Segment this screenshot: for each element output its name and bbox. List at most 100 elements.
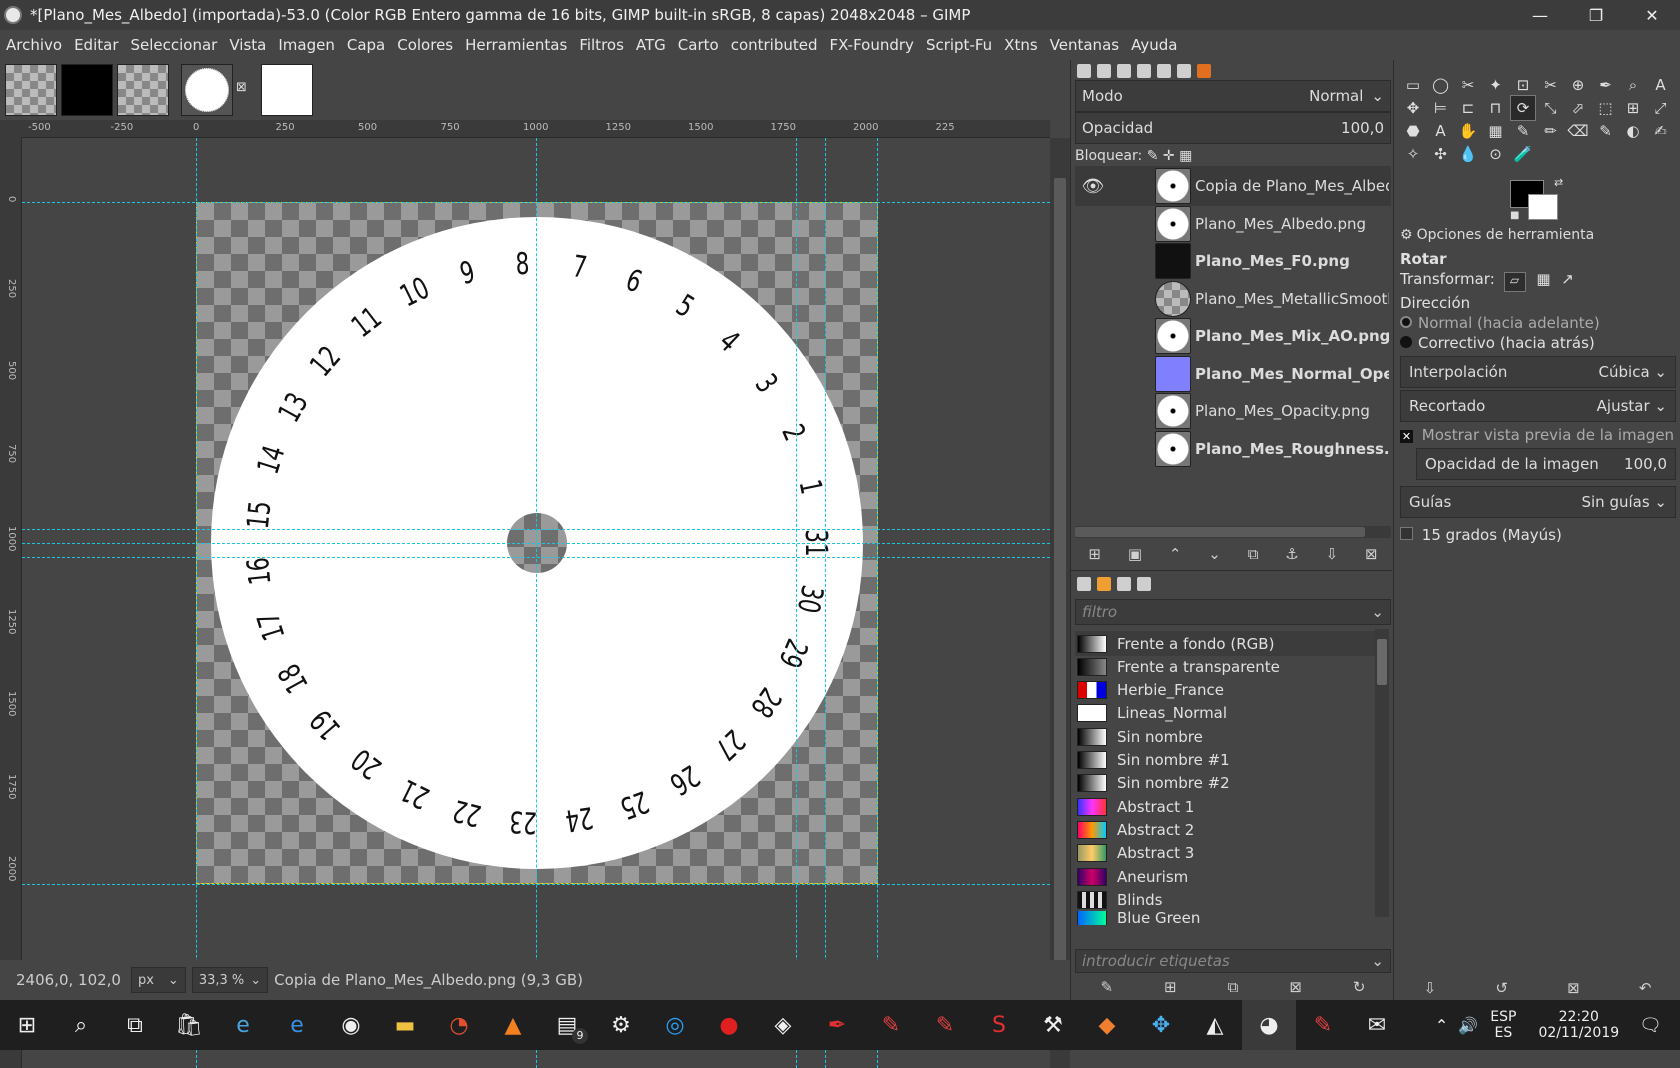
gradient-item[interactable]: Aneurism xyxy=(1075,864,1375,889)
opacity-row[interactable]: Opacidad 100,0 xyxy=(1075,112,1391,144)
raise-layer-icon[interactable]: ⌃ xyxy=(1169,545,1182,563)
tool-button-icon[interactable]: ⌫ xyxy=(1565,118,1591,144)
default-colors-icon[interactable]: ■ xyxy=(1510,210,1519,221)
guide-vertical[interactable] xyxy=(536,138,537,1068)
close-tab-icon[interactable]: ⊠ xyxy=(236,80,247,95)
layer-row[interactable]: 👁 Copia de Plano_Mes_Albedo.png xyxy=(1075,166,1391,206)
background-color[interactable] xyxy=(1528,194,1558,220)
fonts-tab-icon[interactable] xyxy=(1137,577,1151,591)
zoom-select[interactable]: 33,3 % ⌄ xyxy=(191,967,269,993)
edge-icon[interactable]: e xyxy=(270,1000,324,1050)
gradient-list-scrollbar[interactable] xyxy=(1375,629,1389,917)
gradient-item[interactable]: Abstract 1 xyxy=(1075,794,1375,819)
new-gradient-icon[interactable]: ⊞ xyxy=(1164,978,1177,996)
clock[interactable]: 22:20 02/11/2019 xyxy=(1538,1009,1619,1041)
search-icon[interactable]: ⌕ xyxy=(54,1000,108,1050)
palettes-tab-icon[interactable] xyxy=(1117,577,1131,591)
layer-row[interactable]: Plano_Mes_F0.png xyxy=(1075,241,1391,281)
volume-icon[interactable]: 🔊 xyxy=(1458,1016,1478,1035)
duplicate-layer-icon[interactable]: ⧉ xyxy=(1248,545,1259,563)
menu-vista[interactable]: Vista xyxy=(229,36,266,54)
save-options-icon[interactable]: ⇩ xyxy=(1424,979,1437,997)
layers-tab-icon[interactable] xyxy=(1077,64,1091,78)
gimp-task-icon-1[interactable]: ✎ xyxy=(864,1000,918,1050)
layer-row[interactable]: Plano_Mes_Mix_AO.png xyxy=(1075,316,1391,356)
lock-alpha-icon[interactable]: ▦ xyxy=(1179,148,1192,164)
clipping-select[interactable]: Recortado Ajustar ⌄ xyxy=(1400,390,1676,422)
wolf-app-icon[interactable]: ◭ xyxy=(1188,1000,1242,1050)
interpolation-select[interactable]: Interpolación Cúbica ⌄ xyxy=(1400,356,1676,388)
vertical-ruler[interactable]: 0 250 500 750 1000 1250 1500 1750 2000 xyxy=(0,138,22,1068)
gradient-item[interactable]: Frente a transparente xyxy=(1075,654,1375,679)
menu-ventanas[interactable]: Ventanas xyxy=(1050,36,1119,54)
refresh-gradients-icon[interactable]: ↻ xyxy=(1353,978,1366,996)
menu-xtns[interactable]: Xtns xyxy=(1004,36,1037,54)
windows-start-icon[interactable]: ⊞ xyxy=(0,1000,54,1050)
guide-vertical[interactable] xyxy=(877,138,878,1068)
vlc-icon[interactable]: ▲ xyxy=(486,1000,540,1050)
guide-vertical[interactable] xyxy=(196,138,197,1068)
menu-capa[interactable]: Capa xyxy=(347,36,385,54)
app-icon-badge[interactable]: ▤ 9 xyxy=(540,1000,594,1050)
menu-script-fu[interactable]: Script-Fu xyxy=(926,36,992,54)
notifications-icon[interactable]: 🗨 xyxy=(1639,1015,1662,1036)
mode-row[interactable]: Modo Normal ⌄ xyxy=(1075,80,1391,112)
lock-pixels-icon[interactable]: ✎ xyxy=(1147,148,1159,164)
minimize-button[interactable]: — xyxy=(1512,0,1568,30)
layer-row[interactable]: Plano_Mes_Opacity.png xyxy=(1075,391,1391,431)
image-tab-dial[interactable] xyxy=(181,64,233,116)
merge-layer-icon[interactable]: ⇩ xyxy=(1326,545,1339,563)
menu-filtros[interactable]: Filtros xyxy=(579,36,624,54)
menu-fx-foundry[interactable]: FX-Foundry xyxy=(830,36,914,54)
gradients-tab-icon[interactable] xyxy=(1097,577,1111,591)
lock-position-icon[interactable]: ✛ xyxy=(1163,148,1175,164)
guide-horizontal[interactable] xyxy=(22,202,1050,203)
tool-button-icon[interactable]: 🧪 xyxy=(1510,141,1536,167)
layer-row[interactable]: Plano_Mes_Normal_OpenGL. xyxy=(1075,354,1391,394)
menu-herramientas[interactable]: Herramientas xyxy=(465,36,567,54)
pen-app-icon[interactable]: ✒ xyxy=(810,1000,864,1050)
new-layer-icon[interactable]: ⊞ xyxy=(1088,545,1101,563)
ruler-corner[interactable] xyxy=(0,120,22,138)
image-canvas[interactable]: 1 2 3 4 5 6 7 8 9 10 11 12 13 14 15 16 17 18 19 20 21 22 23 24 2… xyxy=(22,138,1050,1068)
menu-editar[interactable]: Editar xyxy=(74,36,118,54)
maximize-button[interactable]: ❐ xyxy=(1568,0,1624,30)
gradient-item[interactable]: Lineas_Normal xyxy=(1075,701,1375,726)
restore-options-icon[interactable]: ↺ xyxy=(1495,979,1508,997)
ccleaner-icon[interactable]: ◔ xyxy=(432,1000,486,1050)
uplay-icon[interactable]: ◎ xyxy=(648,1000,702,1050)
tool-app-icon[interactable]: ⚒ xyxy=(1026,1000,1080,1050)
guide-horizontal[interactable] xyxy=(22,529,1050,530)
image-opacity-field[interactable]: Opacidad de la imagen 100,0 xyxy=(1416,448,1676,480)
fox-app-icon[interactable]: ◆ xyxy=(1080,1000,1134,1050)
guide-horizontal[interactable] xyxy=(22,884,1050,885)
gimp-active-icon[interactable]: ◕ xyxy=(1242,1000,1296,1050)
delete-gradient-icon[interactable]: ⊠ xyxy=(1289,978,1302,996)
menu-seleccionar[interactable]: Seleccionar xyxy=(131,36,218,54)
tool-button-icon[interactable]: ✎ xyxy=(1593,118,1619,144)
tool-button-icon[interactable]: ⊙ xyxy=(1483,141,1509,167)
transform-layer-icon[interactable]: ▱ xyxy=(1503,272,1526,292)
image-tab-white[interactable] xyxy=(261,64,313,116)
direction-normal-radio[interactable]: Normal (hacia adelante) xyxy=(1400,314,1600,332)
gradient-item[interactable]: Sin nombre xyxy=(1075,724,1375,749)
puzzle-app-icon[interactable]: ✥ xyxy=(1134,1000,1188,1050)
brushes-tab-icon[interactable] xyxy=(1197,64,1211,78)
gradient-item[interactable]: Blue Green xyxy=(1075,910,1375,925)
gradient-item[interactable]: Herbie_France xyxy=(1075,678,1375,703)
gradient-item[interactable]: Sin nombre #2 xyxy=(1075,771,1375,796)
delete-options-icon[interactable]: ⊠ xyxy=(1567,979,1580,997)
mode-value[interactable]: Normal xyxy=(1309,87,1363,105)
guide-vertical[interactable] xyxy=(825,138,826,1068)
edit-gradient-icon[interactable]: ✎ xyxy=(1100,978,1113,996)
gradient-item[interactable]: Blinds xyxy=(1075,887,1375,912)
gimp-task-icon-2[interactable]: ✎ xyxy=(918,1000,972,1050)
gradient-filter-input[interactable]: filtro ⌄ xyxy=(1075,599,1391,625)
gimp-task-icon-3[interactable]: ✎ xyxy=(1296,1000,1350,1050)
steam-icon[interactable]: ⚙ xyxy=(594,1000,648,1050)
gpu-tweak-icon[interactable]: ◈ xyxy=(756,1000,810,1050)
layer-row[interactable]: Plano_Mes_Albedo.png xyxy=(1075,204,1391,244)
tool-button-icon[interactable]: 💧 xyxy=(1455,141,1481,167)
substance-icon[interactable]: S xyxy=(972,1000,1026,1050)
store-icon[interactable]: 🛍 xyxy=(162,1000,216,1050)
